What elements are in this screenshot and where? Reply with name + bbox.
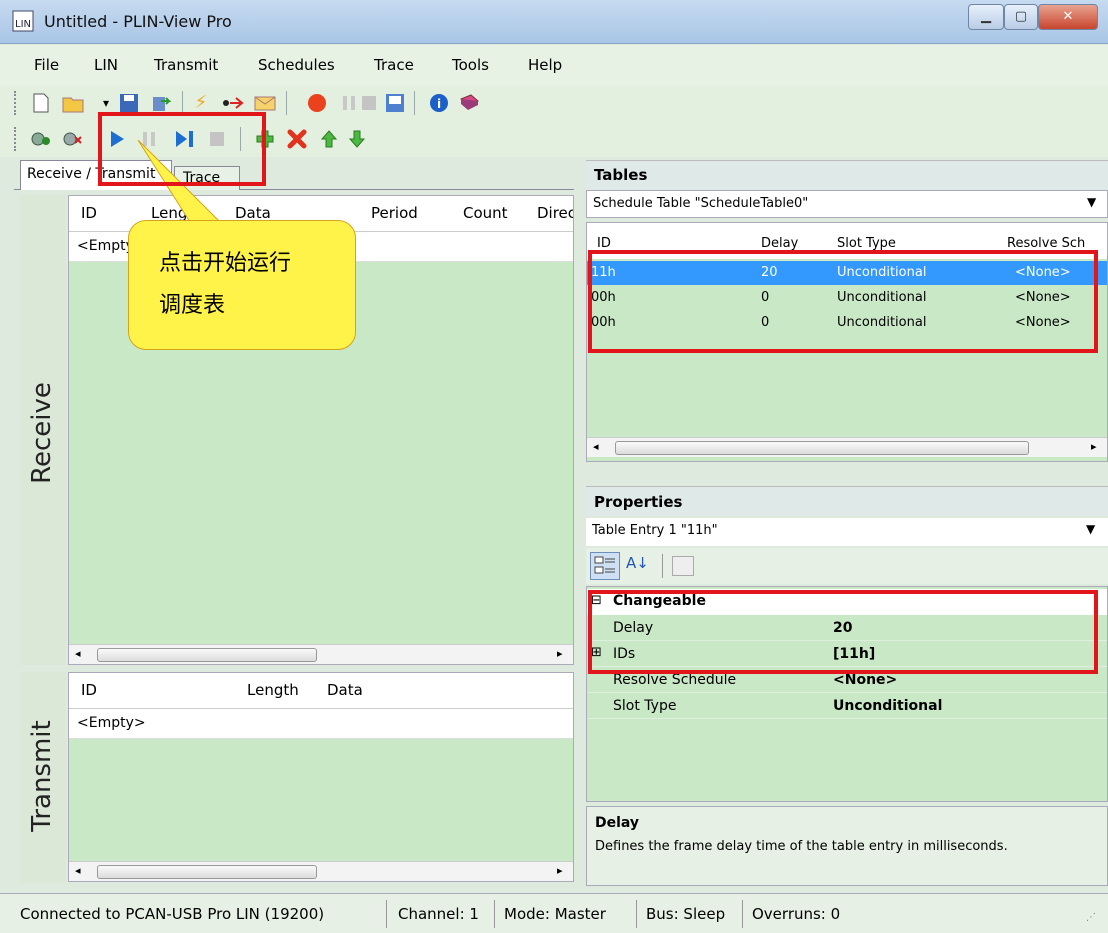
status-bus: Bus: Sleep [646,905,726,923]
new-file-icon[interactable] [30,92,52,114]
transmit-hscrollbar[interactable]: ◂ ▸ [69,861,573,881]
properties-title: Properties [594,493,683,511]
menu-file[interactable]: File [34,56,59,74]
highlight-table-rows [588,250,1098,353]
properties-object-select[interactable]: Table Entry 1 "11h" ▼ [586,518,1108,546]
close-button[interactable]: ✕ [1038,4,1098,30]
col-id[interactable]: ID [81,204,97,222]
status-mode: Mode: Master [504,905,606,923]
receive-label: Receive [27,382,57,484]
menu-transmit[interactable]: Transmit [154,56,218,74]
chevron-down-icon[interactable]: ▼ [1086,522,1095,536]
record-icon[interactable] [306,92,328,114]
menu-bar: File LIN Transmit Schedules Trace Tools … [0,45,1108,85]
svg-text:LIN: LIN [15,19,31,30]
title-bar: LIN Untitled - PLIN-View Pro ▁ ▢ ✕ [0,0,1108,44]
mail-icon[interactable] [254,92,276,114]
menu-schedules[interactable]: Schedules [258,56,335,74]
callout-line2: 调度表 [159,293,226,318]
tables-header: Tables [586,160,1108,190]
lightning-icon[interactable]: ⚡ [190,92,212,114]
open-folder-icon[interactable] [62,92,84,114]
scroll-thumb[interactable] [97,648,317,662]
connect-icon[interactable] [30,128,52,150]
status-channel: Channel: 1 [398,905,479,923]
col-id[interactable]: ID [81,681,97,699]
col-direction[interactable]: Direction [537,204,573,222]
scroll-right-icon[interactable]: ▸ [557,647,563,660]
transmit-grid[interactable]: ID Length Data <Empty> ◂ ▸ [68,672,574,882]
description-text: Defines the frame delay time of the tabl… [595,839,1008,854]
stop-trace-icon[interactable] [358,92,380,114]
dropdown-arrow-icon[interactable]: ▾ [95,92,117,114]
chevron-down-icon[interactable]: ▼ [1087,195,1096,209]
help-book-icon[interactable] [458,92,480,114]
disconnect-icon[interactable] [62,128,84,150]
col-length[interactable]: Length [247,681,299,699]
categorized-view-icon[interactable] [590,552,620,580]
scroll-left-icon[interactable]: ◂ [593,440,599,453]
scroll-left-icon[interactable]: ◂ [75,647,81,660]
tables-title: Tables [594,166,648,184]
schedule-hscrollbar[interactable]: ◂ ▸ [587,437,1107,457]
menu-trace[interactable]: Trace [374,56,414,74]
toolbar-grip [14,127,18,151]
app-icon: LIN [12,10,34,32]
col-resolve-schedule[interactable]: Resolve Sch [1007,236,1085,251]
save-icon[interactable] [118,92,140,114]
maximize-button[interactable]: ▢ [1004,4,1038,30]
receive-hscrollbar[interactable]: ◂ ▸ [69,644,573,664]
empty-text: <Empty> [77,715,146,731]
property-pages-icon[interactable] [672,556,694,576]
svg-text:i: i [437,97,441,111]
property-row-slot-type[interactable]: Slot Type Unconditional [587,693,1107,719]
col-period[interactable]: Period [371,204,418,222]
scroll-thumb[interactable] [97,865,317,879]
schedule-table-value: Schedule Table "ScheduleTable0" [593,196,809,211]
col-count[interactable]: Count [463,204,508,222]
transmit-header: ID Length Data [69,673,573,709]
scroll-left-icon[interactable]: ◂ [75,864,81,877]
toolbar-grip [14,91,18,115]
callout-box: 点击开始运行 调度表 [128,220,356,350]
menu-tools[interactable]: Tools [452,56,489,74]
scroll-thumb[interactable] [615,441,1029,455]
minimize-button[interactable]: ▁ [968,4,1004,30]
property-description: Delay Defines the frame delay time of th… [586,806,1108,886]
properties-header: Properties [586,486,1108,516]
properties-toolbar: A↓ [586,548,1108,584]
properties-object-value: Table Entry 1 "11h" [592,523,718,538]
highlight-play-area [98,112,266,186]
col-slot-type[interactable]: Slot Type [837,236,896,251]
send-frame-icon[interactable] [222,92,244,114]
pause-trace-icon[interactable] [338,92,360,114]
menu-help[interactable]: Help [528,56,562,74]
status-overruns: Overruns: 0 [752,905,841,923]
window-title: Untitled - PLIN-View Pro [44,12,232,31]
resize-grip-icon[interactable]: ⋰ [1086,912,1096,923]
transmit-panel: Transmit ID Length Data <Empty> ◂ ▸ [20,672,576,882]
schedule-table-select[interactable]: Schedule Table "ScheduleTable0" ▼ [586,190,1108,218]
callout-line1: 点击开始运行 [159,251,292,276]
scroll-right-icon[interactable]: ▸ [1091,440,1097,453]
status-bar: Connected to PCAN-USB Pro LIN (19200) Ch… [0,893,1108,933]
export-icon[interactable] [150,92,172,114]
transmit-label: Transmit [27,720,57,832]
status-connection: Connected to PCAN-USB Pro LIN (19200) [20,905,325,923]
col-delay[interactable]: Delay [761,236,798,251]
sort-alphabetical-icon[interactable]: A↓ [626,554,649,572]
transmit-empty-row[interactable]: <Empty> [69,709,573,739]
col-data[interactable]: Data [327,681,363,699]
info-icon[interactable]: i [428,92,450,114]
col-id[interactable]: ID [597,236,611,251]
description-title: Delay [595,815,640,831]
highlight-properties [588,590,1098,674]
scroll-right-icon[interactable]: ▸ [557,864,563,877]
save-trace-icon[interactable] [384,92,406,114]
menu-lin[interactable]: LIN [94,56,118,74]
